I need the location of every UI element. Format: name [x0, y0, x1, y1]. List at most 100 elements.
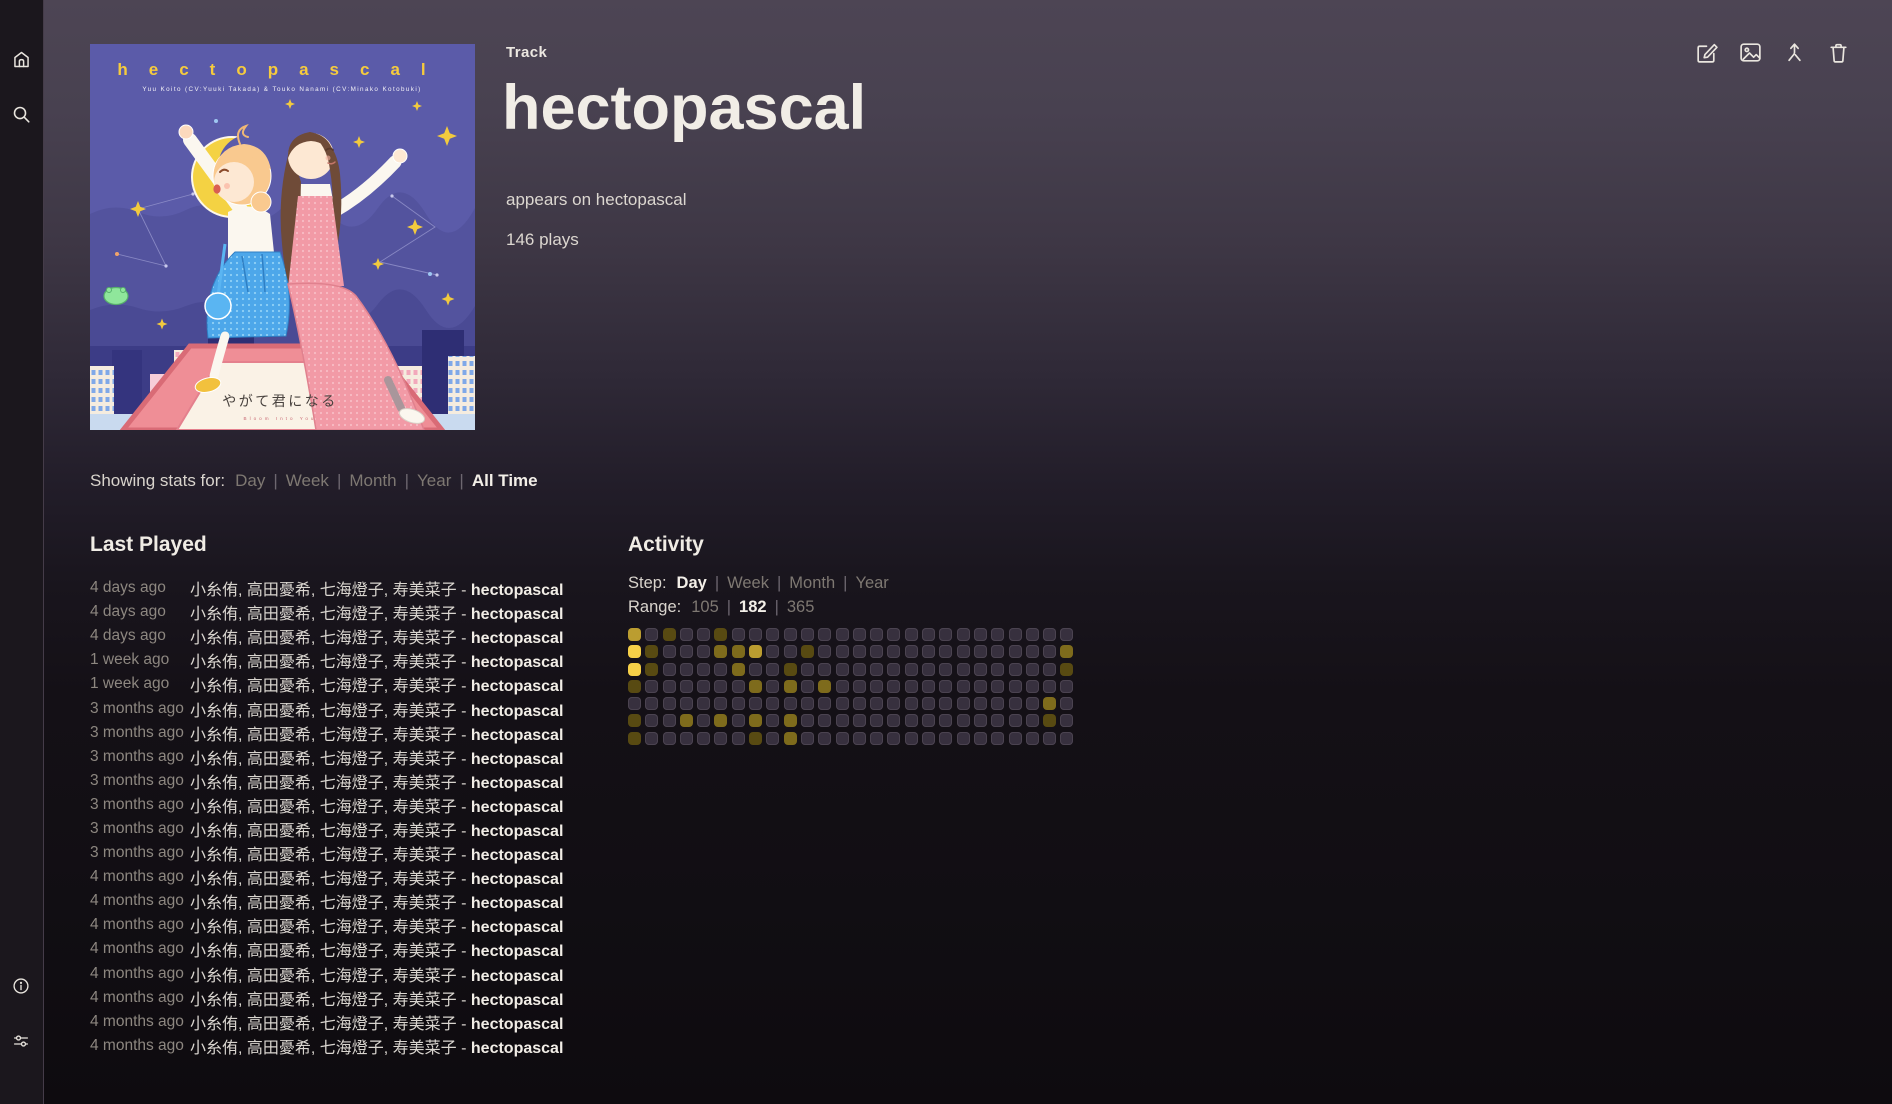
heatmap-cell[interactable] [645, 663, 658, 676]
heatmap-cell[interactable] [680, 680, 693, 693]
scrobble-artists[interactable]: 小糸侑, 高田憂希, 七海燈子, 寿美菜子 - [190, 582, 471, 599]
heatmap-cell[interactable] [974, 680, 987, 693]
heatmap-cell[interactable] [853, 697, 866, 710]
heatmap-cell[interactable] [922, 714, 935, 727]
heatmap-cell[interactable] [1060, 628, 1073, 641]
heatmap-cell[interactable] [991, 714, 1004, 727]
heatmap-cell[interactable] [645, 628, 658, 641]
heatmap-cell[interactable] [628, 714, 641, 727]
heatmap-cell[interactable] [887, 628, 900, 641]
heatmap-cell[interactable] [714, 697, 727, 710]
heatmap-cell[interactable] [991, 732, 1004, 745]
heatmap-cell[interactable] [784, 645, 797, 658]
scrobble-track-name[interactable]: hectopascal [471, 1040, 563, 1057]
scrobble-track-name[interactable]: hectopascal [471, 775, 563, 792]
heatmap-cell[interactable] [1043, 680, 1056, 693]
heatmap-cell[interactable] [922, 663, 935, 676]
heatmap-cell[interactable] [939, 697, 952, 710]
heatmap-cell[interactable] [853, 714, 866, 727]
scrobble-track-name[interactable]: hectopascal [471, 943, 563, 960]
heatmap-cell[interactable] [1009, 697, 1022, 710]
heatmap-cell[interactable] [974, 697, 987, 710]
heatmap-cell[interactable] [680, 628, 693, 641]
heatmap-cell[interactable] [818, 680, 831, 693]
heatmap-cell[interactable] [836, 732, 849, 745]
heatmap-cell[interactable] [818, 732, 831, 745]
step-option-week[interactable]: Week [727, 574, 769, 592]
appears-on-album-link[interactable]: hectopascal [596, 190, 687, 209]
scrobble-artists[interactable]: 小糸侑, 高田憂希, 七海燈子, 寿美菜子 - [190, 751, 471, 768]
heatmap-cell[interactable] [784, 697, 797, 710]
heatmap-cell[interactable] [663, 697, 676, 710]
heatmap-cell[interactable] [628, 663, 641, 676]
heatmap-cell[interactable] [1026, 645, 1039, 658]
scrobble-time[interactable]: 4 months ago [90, 989, 190, 1007]
heatmap-cell[interactable] [1043, 714, 1056, 727]
edit-icon[interactable] [1694, 40, 1719, 65]
heatmap-cell[interactable] [922, 697, 935, 710]
scrobble-time[interactable]: 4 months ago [90, 1013, 190, 1031]
scrobble-track[interactable]: 小糸侑, 高田憂希, 七海燈子, 寿美菜子 - hectopascal [190, 648, 563, 672]
scrobble-track-name[interactable]: hectopascal [471, 919, 563, 936]
heatmap-cell[interactable] [1026, 680, 1039, 693]
heatmap-cell[interactable] [991, 645, 1004, 658]
heatmap-cell[interactable] [818, 697, 831, 710]
heatmap-cell[interactable] [887, 663, 900, 676]
search-icon[interactable] [11, 104, 32, 125]
heatmap-cell[interactable] [939, 680, 952, 693]
scrobble-track[interactable]: 小糸侑, 高田憂希, 七海燈子, 寿美菜子 - hectopascal [190, 624, 563, 648]
heatmap-cell[interactable] [732, 697, 745, 710]
scrobble-artists[interactable]: 小糸侑, 高田憂希, 七海燈子, 寿美菜子 - [190, 968, 471, 985]
scrobble-track-name[interactable]: hectopascal [471, 871, 563, 888]
scrobble-track-name[interactable]: hectopascal [471, 727, 563, 744]
heatmap-cell[interactable] [732, 714, 745, 727]
heatmap-cell[interactable] [939, 645, 952, 658]
heatmap-cell[interactable] [645, 645, 658, 658]
scrobble-track-name[interactable]: hectopascal [471, 630, 563, 647]
heatmap-cell[interactable] [628, 680, 641, 693]
heatmap-cell[interactable] [1009, 645, 1022, 658]
scrobble-artists[interactable]: 小糸侑, 高田憂希, 七海燈子, 寿美菜子 - [190, 799, 471, 816]
heatmap-cell[interactable] [836, 645, 849, 658]
heatmap-cell[interactable] [853, 680, 866, 693]
heatmap-cell[interactable] [749, 645, 762, 658]
scrobble-track[interactable]: 小糸侑, 高田憂希, 七海燈子, 寿美菜子 - hectopascal [190, 986, 563, 1010]
scrobble-time[interactable]: 1 week ago [90, 651, 190, 669]
heatmap-cell[interactable] [957, 732, 970, 745]
heatmap-cell[interactable] [922, 628, 935, 641]
heatmap-cell[interactable] [1060, 697, 1073, 710]
heatmap-cell[interactable] [870, 628, 883, 641]
heatmap-cell[interactable] [628, 732, 641, 745]
stats-range-option-month[interactable]: Month [349, 471, 396, 490]
heatmap-cell[interactable] [1060, 645, 1073, 658]
info-icon[interactable] [12, 977, 30, 995]
heatmap-cell[interactable] [974, 714, 987, 727]
scrobble-track[interactable]: 小糸侑, 高田憂希, 七海燈子, 寿美菜子 - hectopascal [190, 745, 563, 769]
scrobble-artists[interactable]: 小糸侑, 高田憂希, 七海燈子, 寿美菜子 - [190, 727, 471, 744]
heatmap-cell[interactable] [939, 663, 952, 676]
heatmap-cell[interactable] [991, 663, 1004, 676]
heatmap-cell[interactable] [939, 628, 952, 641]
range-option-105[interactable]: 105 [691, 598, 719, 616]
merge-icon[interactable] [1782, 40, 1807, 65]
heatmap-cell[interactable] [1060, 663, 1073, 676]
heatmap-cell[interactable] [836, 697, 849, 710]
heatmap-cell[interactable] [905, 628, 918, 641]
heatmap-cell[interactable] [1060, 680, 1073, 693]
settings-sliders-icon[interactable] [12, 1032, 30, 1050]
heatmap-cell[interactable] [818, 628, 831, 641]
scrobble-track-name[interactable]: hectopascal [471, 654, 563, 671]
heatmap-cell[interactable] [801, 645, 814, 658]
range-option-365[interactable]: 365 [787, 598, 815, 616]
scrobble-track[interactable]: 小糸侑, 高田憂希, 七海燈子, 寿美菜子 - hectopascal [190, 865, 563, 889]
heatmap-cell[interactable] [732, 680, 745, 693]
heatmap-cell[interactable] [680, 645, 693, 658]
heatmap-cell[interactable] [991, 697, 1004, 710]
scrobble-track[interactable]: 小糸侑, 高田憂希, 七海燈子, 寿美菜子 - hectopascal [190, 1010, 563, 1034]
step-option-month[interactable]: Month [789, 574, 835, 592]
heatmap-cell[interactable] [628, 645, 641, 658]
heatmap-cell[interactable] [801, 714, 814, 727]
scrobble-time[interactable]: 3 months ago [90, 796, 190, 814]
heatmap-cell[interactable] [905, 645, 918, 658]
heatmap-cell[interactable] [887, 697, 900, 710]
